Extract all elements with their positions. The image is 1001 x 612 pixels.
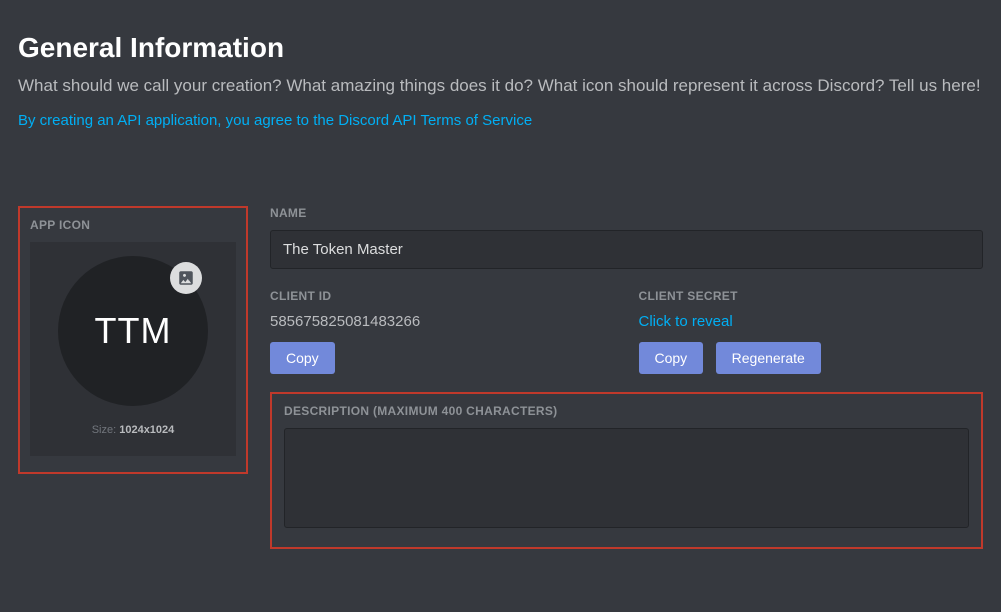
reveal-secret-link[interactable]: Click to reveal (639, 313, 733, 330)
page-subtitle: What should we call your creation? What … (18, 74, 983, 98)
description-panel: DESCRIPTION (MAXIMUM 400 CHARACTERS) (270, 392, 983, 549)
name-input[interactable] (270, 230, 983, 269)
description-textarea[interactable] (284, 428, 969, 528)
upload-image-icon[interactable] (170, 262, 202, 294)
copy-client-secret-button[interactable]: Copy (639, 342, 704, 374)
app-icon-avatar[interactable]: TTM (58, 256, 208, 406)
client-secret-label: CLIENT SECRET (639, 289, 984, 303)
client-id-value: 585675825081483266 (270, 313, 615, 330)
copy-client-id-button[interactable]: Copy (270, 342, 335, 374)
app-icon-label: APP ICON (30, 218, 236, 232)
app-icon-box: TTM Size: 1024x1024 (30, 242, 236, 456)
page-title: General Information (18, 32, 983, 64)
name-label: NAME (270, 206, 983, 220)
client-id-label: CLIENT ID (270, 289, 615, 303)
description-label: DESCRIPTION (MAXIMUM 400 CHARACTERS) (284, 404, 969, 418)
tos-link[interactable]: By creating an API application, you agre… (18, 112, 532, 129)
app-icon-panel: APP ICON TTM Size: 1024x1024 (18, 206, 248, 474)
app-icon-size: Size: 1024x1024 (44, 424, 222, 436)
regenerate-secret-button[interactable]: Regenerate (716, 342, 821, 374)
